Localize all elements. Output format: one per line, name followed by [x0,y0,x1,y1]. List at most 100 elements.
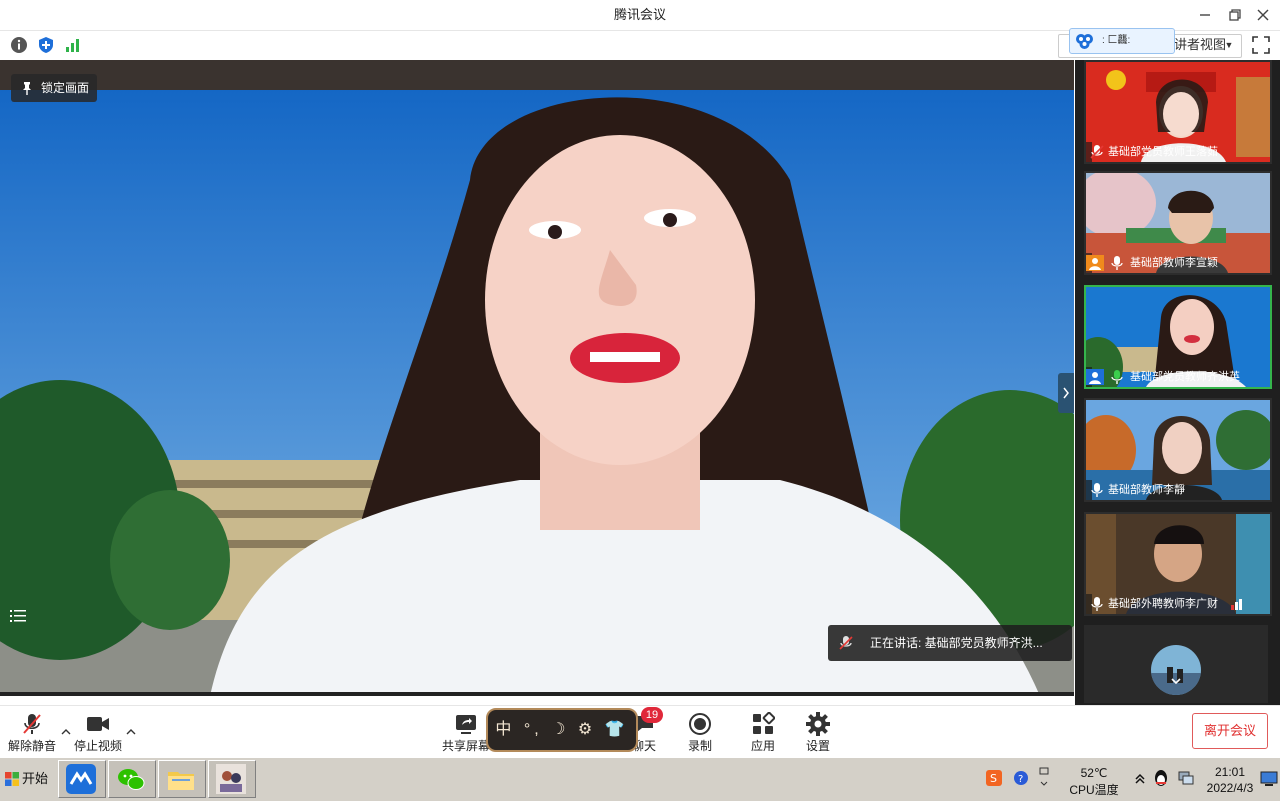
chevron-up-icon[interactable] [60,726,72,738]
participant-tile[interactable]: 基础部外聘教师李广财 [1084,512,1272,616]
start-label: 开始 [22,771,49,786]
cpu-temperature-label: CPU温度 [1069,783,1119,797]
user-icon [1086,369,1104,385]
meeting-toolbar: 解除静音 停止视频 共享屏幕 聊天 19 中 °, ☽ ⚙ 👕 录制 应用 设置… [0,705,1280,758]
speaker-video-frame [0,60,1074,696]
fullscreen-icon[interactable] [1250,34,1272,56]
cpu-temperature: 52℃ [1080,766,1108,780]
window-title: 腾讯会议 [613,7,666,22]
participant-name: 基础部教师李靜 [1108,484,1185,496]
pin-icon [23,82,31,95]
tile-namebar: 基础部外聘教师李广财 [1086,594,1242,614]
sogou-ime-icon[interactable]: S [986,770,1002,786]
video-camera-icon [87,717,109,731]
speaking-text: 正在讲话: 基础部党员教师齐洪... [870,636,1043,650]
chevron-down-icon[interactable]: ▼ [1222,34,1236,56]
svg-text:?: ? [1018,774,1023,785]
settings-label: 设置 [805,739,830,753]
tile-namebar: 基础部教师李靜 [1086,480,1185,500]
chevron-right-icon[interactable] [1058,373,1074,413]
participant-tile[interactable]: 基础部教师李靜 [1084,398,1272,502]
chevron-down-icon[interactable] [1168,673,1184,689]
apps-label: 应用 [750,739,775,753]
ime-status: 中 °, ☽ ⚙ 👕 [495,721,629,738]
lock-view-label: 锁定画面 [41,81,90,95]
mic-icon [1091,483,1103,497]
participant-sidebar: 基础部党员教师王落茹 基础部教师李宣颖 基础部党员教师齐洪英 基础部教师李靜 基… [1075,60,1280,705]
help-icon[interactable]: ? [1013,770,1029,786]
ime-toolbar[interactable]: 中 °, ☽ ⚙ 👕 [486,708,638,752]
apps-button[interactable]: 应用 [737,706,789,758]
gear-icon [806,712,830,736]
floating-window-bar[interactable]: : 匚龘: [1069,28,1175,54]
record-label: 录制 [687,739,712,753]
user-icon [1086,255,1104,271]
participant-tile[interactable]: 基础部教师李宣颖 [1084,171,1272,275]
clock-date: 2022/4/3 [1206,781,1254,795]
taskbar-app-explorer[interactable] [158,760,206,798]
leave-meeting-button[interactable]: 离开会议 [1192,713,1268,749]
wechat-icon [118,769,145,790]
folder-icon [168,772,194,790]
record-icon [689,713,711,735]
main-video[interactable]: 锁定画面 正在讲话: 基础部党员教师齐洪... [0,60,1074,696]
apps-icon [753,712,775,734]
tile-namebar: 基础部教师李宣颖 [1086,253,1218,273]
mic-active-icon [1111,370,1123,384]
settings-button[interactable]: 设置 [792,706,844,758]
tile-namebar: 基础部党员教师王落茹 [1086,142,1218,162]
photo-app-icon [216,764,246,794]
mic-icon [1111,256,1123,270]
cloud-icon [1076,34,1093,49]
mic-icon [1091,597,1103,611]
stop-video-button[interactable]: 停止视频 [72,706,124,758]
share-screen-icon [456,715,476,734]
mic-muted-icon [839,636,853,650]
signal-weak-icon [1231,599,1242,610]
network-icon[interactable] [1177,769,1195,787]
chevron-up-icon[interactable] [1134,772,1146,786]
participant-name: 基础部教师李宣颖 [1130,257,1218,269]
os-taskbar: 开始 S ? 52℃ CPU温度 21:01 2022/4/3 [0,757,1280,801]
speaking-indicator: 正在讲话: 基础部党员教师齐洪... [828,625,1072,661]
mic-muted-icon [1090,145,1104,159]
participant-name: 基础部党员教师齐洪英 [1130,371,1240,383]
share-screen-button[interactable]: 共享屏幕 [440,706,492,758]
lock-view-button[interactable]: 锁定画面 [11,74,97,102]
svg-text:S: S [990,772,997,785]
chevron-up-icon[interactable] [125,726,137,738]
minimize-icon[interactable] [1194,4,1216,26]
video-bottom-band [0,692,1074,696]
tray-network-icon[interactable] [1038,766,1050,790]
list-icon[interactable] [10,608,26,624]
taskbar-app-wechat[interactable] [108,760,156,798]
unmute-label: 解除静音 [7,739,56,753]
stop-video-label: 停止视频 [73,739,122,753]
show-desktop-icon[interactable] [1260,770,1278,788]
clock-time: 21:01 [1214,765,1246,779]
participant-tile[interactable]: 基础部党员教师齐洪英 [1084,285,1272,389]
restore-icon[interactable] [1224,4,1246,26]
mic-muted-icon [23,714,41,734]
taskbar-app-tencent-meeting[interactable] [58,760,106,798]
signal-icon[interactable] [64,36,82,54]
info-icon[interactable] [10,36,28,54]
start-button[interactable]: 开始 [2,761,50,797]
tencent-meeting-icon [66,764,96,794]
participant-name: 基础部党员教师王落茹 [1108,146,1218,158]
self-tile[interactable] [1084,625,1268,703]
participant-name: 基础部外聘教师李广财 [1108,598,1218,610]
unmute-button[interactable]: 解除静音 [6,706,58,758]
windows-logo-icon [5,772,19,786]
participant-tile[interactable]: 基础部党员教师王落茹 [1084,60,1272,164]
taskbar-app-photo[interactable] [208,760,256,798]
floating-label: : 匚龘: [1102,35,1131,46]
qq-icon[interactable] [1152,769,1170,787]
share-screen-label: 共享屏幕 [441,739,490,753]
shield-icon[interactable] [37,36,55,54]
chat-unread-badge: 19 [641,707,663,723]
close-icon[interactable] [1252,4,1274,26]
video-top-band [0,60,1074,90]
tile-namebar: 基础部党员教师齐洪英 [1086,367,1240,387]
record-button[interactable]: 录制 [674,706,726,758]
